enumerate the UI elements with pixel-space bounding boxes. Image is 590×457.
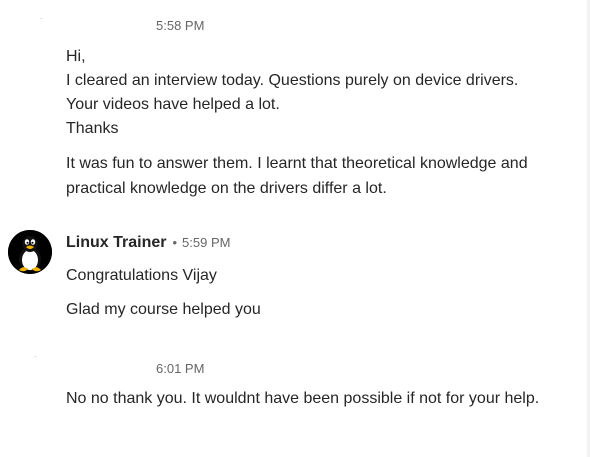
hidden-avatar-placeholder [40, 18, 43, 19]
sender-name[interactable]: Linux Trainer [66, 234, 166, 252]
message-thread: 5:58 PM Hi, I cleared an interview today… [0, 0, 590, 457]
hidden-avatar-placeholder [34, 356, 37, 357]
message-text: Congratulations Vijay [66, 267, 217, 284]
message-line: Hi, [66, 48, 86, 65]
sender-header: Linux Trainer • 5:59 PM [66, 234, 230, 252]
separator-dot: • [172, 235, 178, 250]
tux-penguin-avatar-icon [8, 230, 52, 274]
message-line: I cleared an interview today. Questions … [66, 72, 519, 89]
message-text: Glad my course helped you [66, 301, 261, 318]
message-timestamp: 5:59 PM [182, 235, 231, 250]
message-timestamp: 5:58 PM [156, 18, 205, 33]
message-line: Thanks [66, 120, 119, 137]
message-timestamp: 6:01 PM [156, 361, 205, 376]
message-text: It was fun to answer them. I learnt that… [66, 155, 528, 197]
message-text: No no thank you. It wouldnt have been po… [66, 390, 540, 407]
avatar[interactable] [8, 230, 52, 274]
message-line: Your videos have helped a lot. [66, 96, 280, 113]
